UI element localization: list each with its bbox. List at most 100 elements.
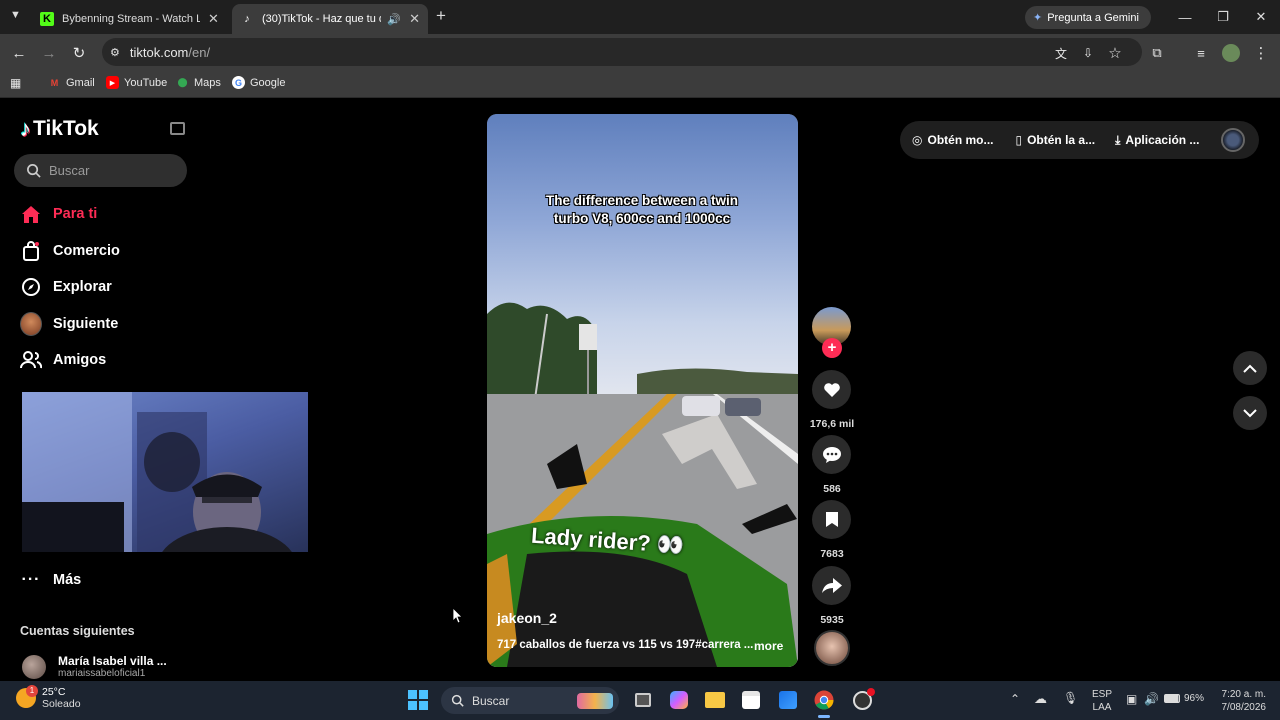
desktop-app-pill[interactable]: ⤓ Aplicación ... <box>1115 133 1199 148</box>
battery-indicator[interactable]: 96% <box>1164 693 1204 704</box>
sound-disc[interactable] <box>812 630 852 666</box>
restore-icon[interactable]: ❐ <box>1204 0 1242 34</box>
close-tab-icon[interactable]: ✕ <box>208 11 219 27</box>
gemini-button[interactable]: ✦ Pregunta a Gemini <box>1025 6 1151 29</box>
new-tab-button[interactable]: + <box>436 6 446 26</box>
store-icon[interactable] <box>740 689 762 711</box>
more-link[interactable]: more <box>754 639 783 653</box>
follow-plus-icon[interactable]: + <box>822 338 842 358</box>
search-highlight-icon <box>577 692 613 709</box>
tiktok-favicon-icon: ♪ <box>244 13 250 25</box>
onedrive-icon[interactable]: ☁ <box>1034 691 1047 707</box>
task-view-icon[interactable] <box>632 689 654 711</box>
bookmark-youtube[interactable]: ▶ YouTube <box>106 76 167 89</box>
translate-icon[interactable]: 文 <box>1050 42 1072 64</box>
youtube-icon: ▶ <box>106 76 119 89</box>
maps-pin-icon: ⬤ <box>177 77 188 87</box>
bookmark-icon[interactable] <box>812 500 851 539</box>
share-action[interactable]: 5935 <box>812 566 852 626</box>
share-arrow-icon[interactable] <box>812 566 851 605</box>
site-info-icon[interactable]: ⚙ <box>110 46 120 59</box>
battery-icon <box>1164 694 1180 703</box>
close-tab-icon[interactable]: ✕ <box>409 11 420 27</box>
avatar <box>22 654 46 679</box>
address-bar[interactable]: ⚙ tiktok.com/en/ <box>102 38 1142 66</box>
get-coins-pill[interactable]: ◎ Obtén mo... <box>912 133 993 147</box>
network-icon[interactable]: ▣ <box>1126 692 1137 706</box>
close-window-icon[interactable]: ✕ <box>1242 0 1280 34</box>
following-accounts-title: Cuentas siguientes <box>20 624 135 638</box>
tray-overflow-icon[interactable]: ⌃ <box>1010 692 1020 706</box>
taskbar-search[interactable]: Buscar <box>441 687 619 714</box>
tab-tiktok[interactable]: ♪ (30)TikTok - Haz que tu día 🔊 ✕ <box>232 4 428 34</box>
coin-icon: ◎ <box>912 133 923 147</box>
language-indicator[interactable]: ESP LAA <box>1092 688 1112 714</box>
volume-icon[interactable]: 🔊 <box>1144 692 1159 706</box>
comment-count: 586 <box>823 483 841 495</box>
comment-icon[interactable] <box>812 435 851 474</box>
video-caption: The difference between a twin turbo V8, … <box>545 193 739 226</box>
next-video-button[interactable] <box>1233 396 1267 430</box>
weather-widget[interactable]: 1 25°C Soleado <box>16 685 81 710</box>
tab-bybenning[interactable]: K Bybenning Stream - Watch Live ✕ <box>32 4 228 34</box>
tab-search-chevron-icon[interactable]: ▼ <box>10 9 21 21</box>
video-author[interactable]: jakeon_2 <box>497 610 557 626</box>
search-box[interactable] <box>14 154 187 187</box>
nav-amigos[interactable]: Amigos <box>20 348 106 372</box>
bookmark-gmail[interactable]: M Gmail <box>48 76 95 89</box>
back-icon[interactable]: ← <box>8 42 30 64</box>
previous-video-button[interactable] <box>1233 351 1267 385</box>
nav-comercio[interactable]: Comercio <box>20 239 120 263</box>
creator-avatar[interactable]: + <box>812 307 852 358</box>
tiktok-logo[interactable]: ♪ TikTok <box>20 116 99 142</box>
windows-start-icon[interactable] <box>407 689 429 711</box>
chrome-icon[interactable] <box>813 689 835 711</box>
url-path: /en/ <box>188 44 211 60</box>
weather-temp: 25°C <box>42 686 66 698</box>
search-input[interactable] <box>49 163 169 178</box>
outlook-icon[interactable] <box>777 689 799 711</box>
forward-icon[interactable]: → <box>38 42 60 64</box>
save-action[interactable]: 7683 <box>812 500 852 560</box>
video-description: 717 caballos de fuerza vs 115 vs 197#car… <box>497 639 754 651</box>
obs-icon[interactable] <box>851 687 875 711</box>
collapse-sidebar-icon[interactable] <box>170 122 185 135</box>
minimize-icon[interactable]: — <box>1166 0 1204 34</box>
webcam-overlay <box>22 392 308 552</box>
profile-avatar[interactable] <box>1220 42 1242 64</box>
shopping-bag-icon <box>20 240 42 262</box>
browser-toolbar: ← → ↻ ⚙ tiktok.com/en/ 文 ⇩ ☆ ⧉ ≡ ⋮ <box>0 34 1280 70</box>
nav-mas[interactable]: ··· Más <box>20 568 82 592</box>
like-count: 176,6 mil <box>809 418 855 430</box>
file-explorer-icon[interactable] <box>704 689 726 711</box>
microphone-icon[interactable]: 🎙 <box>1063 691 1078 705</box>
chevron-down-icon <box>1243 408 1257 417</box>
extensions-icon[interactable]: ⧉ <box>1146 42 1168 64</box>
bookmark-maps[interactable]: ⬤ Maps <box>176 76 220 89</box>
install-app-icon[interactable]: ⇩ <box>1077 42 1099 64</box>
reload-icon[interactable]: ↻ <box>68 42 90 64</box>
bookmark-google[interactable]: G Google <box>232 76 285 89</box>
tab-title: Bybenning Stream - Watch Live <box>62 13 200 25</box>
tab-title: (30)TikTok - Haz que tu día <box>261 13 382 25</box>
media-controls-icon[interactable]: ≡ <box>1190 42 1212 64</box>
menu-kebab-icon[interactable]: ⋮ <box>1250 42 1272 64</box>
heart-icon[interactable] <box>812 370 851 409</box>
apps-grid-icon[interactable]: ▦ <box>10 76 21 90</box>
nav-siguiente[interactable]: Siguiente <box>20 312 118 336</box>
download-icon: ⤓ <box>1115 132 1121 147</box>
following-account-item[interactable]: María Isabel villa ... mariaissabelofici… <box>22 654 167 679</box>
speaker-icon[interactable]: 🔊 <box>387 13 401 26</box>
video-player[interactable]: The difference between a twin turbo V8, … <box>487 114 798 667</box>
comment-action[interactable]: 586 <box>812 435 852 495</box>
get-app-pill[interactable]: ▯ Obtén la a... <box>1015 133 1095 147</box>
tiktok-note-icon: ♪ <box>20 116 31 141</box>
user-avatar[interactable] <box>1221 128 1246 152</box>
bookmark-star-icon[interactable]: ☆ <box>1104 42 1126 64</box>
nav-para-ti[interactable]: Para ti <box>20 202 97 226</box>
like-action[interactable]: 176,6 mil <box>810 370 854 430</box>
account-name: María Isabel villa ... <box>58 654 167 668</box>
copilot-icon[interactable] <box>668 689 690 711</box>
nav-explorar[interactable]: Explorar <box>20 275 112 299</box>
clock[interactable]: 7:20 a. m. 7/08/2026 <box>1210 688 1267 714</box>
